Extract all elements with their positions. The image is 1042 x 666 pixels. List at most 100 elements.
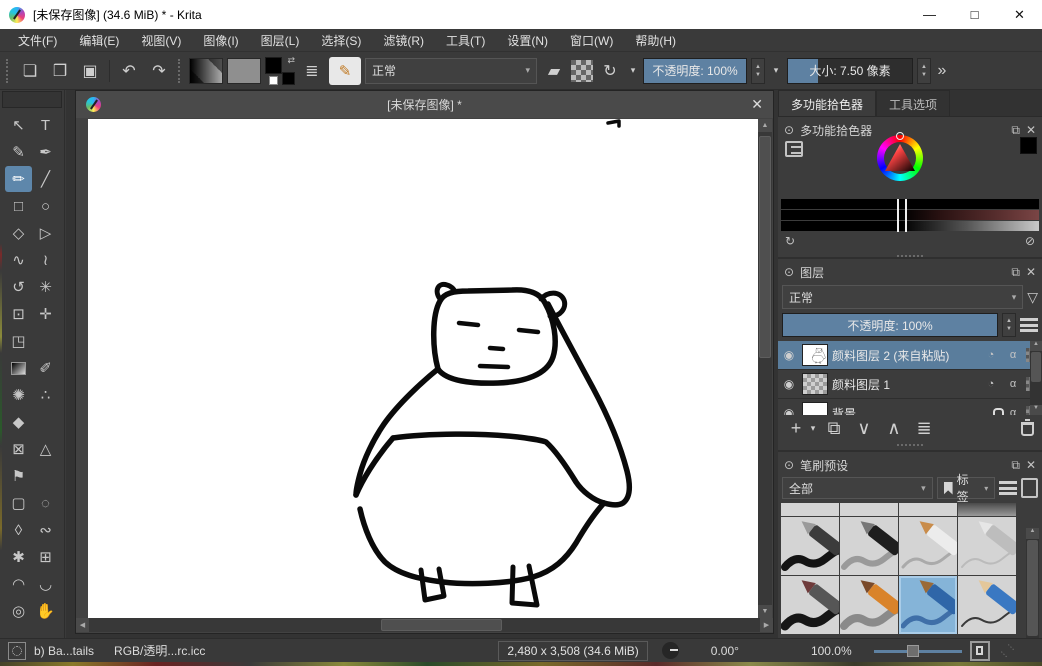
edit-brush-settings-button[interactable]: ✎ bbox=[329, 57, 361, 85]
secondary-color-swatch[interactable] bbox=[282, 72, 295, 85]
dynamic-brush-tool[interactable]: ↺ bbox=[5, 274, 32, 300]
scroll-up-arrow[interactable]: ▲ bbox=[758, 119, 772, 132]
canvas-subwindow-titlebar[interactable]: [未保存图像] * ✕ bbox=[76, 91, 773, 118]
lock-icon[interactable]: ⊙ bbox=[784, 458, 794, 472]
preserve-alpha-button[interactable] bbox=[571, 60, 593, 82]
assistants-tool[interactable]: △ bbox=[32, 436, 59, 462]
canvas[interactable] bbox=[88, 119, 758, 618]
close-button[interactable]: ✕ bbox=[997, 0, 1042, 29]
inherit-alpha-icon[interactable]: ◔ bbox=[982, 349, 1000, 361]
value-bar[interactable] bbox=[781, 221, 1039, 231]
layer-opacity-slider[interactable]: 不透明度: 100% bbox=[782, 313, 998, 337]
menu-item[interactable]: 滤镜(R) bbox=[373, 29, 434, 52]
close-docker-icon[interactable]: ✕ bbox=[1026, 458, 1036, 472]
brush-preset-cell[interactable] bbox=[958, 517, 1016, 575]
select-shapes-tool[interactable]: ↖ bbox=[5, 112, 32, 138]
freehand-brush-tool[interactable]: ✏ bbox=[5, 166, 32, 192]
menu-item[interactable]: 设置(N) bbox=[497, 29, 558, 52]
maximize-button[interactable]: □ bbox=[952, 0, 997, 29]
pattern-chooser-button[interactable] bbox=[227, 58, 261, 84]
tab-tool-options[interactable]: 工具选项 bbox=[876, 90, 950, 116]
new-document-button[interactable]: ❏ bbox=[17, 58, 43, 84]
color-component-sliders[interactable] bbox=[781, 199, 1039, 232]
horizontal-scroll-thumb[interactable] bbox=[381, 619, 502, 631]
menu-item[interactable]: 视图(V) bbox=[131, 29, 191, 52]
layer-thumbnail[interactable] bbox=[802, 402, 828, 415]
brush-preset-cell[interactable] bbox=[781, 576, 839, 634]
foreground-color-swatch[interactable] bbox=[265, 57, 282, 74]
measure-tool[interactable]: ⊠ bbox=[5, 436, 32, 462]
layer-visibility-icon[interactable]: ◉ bbox=[780, 406, 798, 415]
redo-button[interactable]: ↷ bbox=[146, 58, 172, 84]
reference-images-tool[interactable]: ⚑ bbox=[5, 463, 32, 489]
polyline-tool[interactable]: ▷ bbox=[32, 220, 59, 246]
toolbar-overflow-button[interactable]: » bbox=[935, 58, 949, 84]
scroll-right-arrow[interactable]: ▶ bbox=[760, 618, 773, 632]
undo-button[interactable]: ↶ bbox=[116, 58, 142, 84]
rectangle-tool[interactable]: □ bbox=[5, 193, 32, 219]
menu-item[interactable]: 帮助(H) bbox=[625, 29, 686, 52]
chevron-down-icon[interactable]: ▾ bbox=[769, 58, 783, 84]
layer-name[interactable]: 颜料图层 1 bbox=[832, 376, 978, 393]
layers-menu-icon[interactable] bbox=[1020, 318, 1038, 332]
hue-knob[interactable] bbox=[896, 132, 904, 140]
tab-advanced-color-selector[interactable]: 多功能拾色器 bbox=[778, 90, 876, 116]
scroll-down-arrow[interactable]: ▼ bbox=[1030, 405, 1042, 415]
pan-tool[interactable]: ✋ bbox=[32, 598, 59, 624]
polygon-tool[interactable]: ◇ bbox=[5, 220, 32, 246]
fill-tool[interactable]: ◆ bbox=[5, 409, 32, 435]
presets-menu-icon[interactable] bbox=[999, 481, 1017, 495]
float-docker-icon[interactable]: ⧉ bbox=[1011, 123, 1020, 138]
color-profile-label[interactable]: RGB/透明...rc.icc bbox=[114, 642, 205, 659]
brush-presets-titlebar[interactable]: ⊙ 笔刷预设 ⧉ ✕ bbox=[778, 456, 1042, 474]
layer-row[interactable]: ◉背景α bbox=[778, 399, 1042, 415]
brush-preset-cell[interactable] bbox=[840, 576, 898, 634]
ellipse-tool[interactable]: ○ bbox=[32, 193, 59, 219]
canvas-vertical-scrollbar[interactable]: ▲ ▼ bbox=[758, 119, 772, 618]
brush-preset-cell[interactable] bbox=[899, 503, 957, 516]
move-layer-down-button[interactable]: ∨ bbox=[850, 418, 878, 439]
toolbar-drag-handle[interactable] bbox=[6, 59, 11, 83]
brush-preset-cell[interactable] bbox=[958, 503, 1016, 516]
zoom-slider[interactable] bbox=[874, 644, 962, 658]
canvas-rotation-dial[interactable] bbox=[662, 642, 679, 659]
line-tool[interactable]: ╱ bbox=[32, 166, 59, 192]
edit-shapes-tool[interactable]: ✎ bbox=[5, 139, 32, 165]
slider-handle[interactable] bbox=[897, 199, 907, 232]
vertical-scroll-thumb[interactable] bbox=[759, 136, 771, 358]
window-resize-grip[interactable]: ⋮⋮ bbox=[997, 640, 1019, 662]
bezier-curve-tool[interactable]: ∿ bbox=[5, 247, 32, 273]
fit-page-button[interactable] bbox=[970, 641, 990, 661]
delete-layer-button[interactable] bbox=[1021, 422, 1034, 436]
brush-size-slider[interactable]: 大小: 7.50 像素 bbox=[787, 58, 913, 84]
colorize-mask-tool[interactable]: ∴ bbox=[32, 382, 59, 408]
ellipse-select-tool[interactable]: ◌ bbox=[32, 490, 59, 516]
color-history-icon[interactable] bbox=[785, 141, 803, 157]
display-settings-icon[interactable] bbox=[1021, 478, 1038, 498]
layer-visibility-icon[interactable]: ◉ bbox=[780, 348, 798, 362]
choose-brush-preset-button[interactable]: ≣ bbox=[299, 58, 325, 84]
image-size-memory-label[interactable]: 2,480 x 3,508 (34.6 MiB) bbox=[498, 641, 647, 661]
zoom-percent-value[interactable]: 100.0% bbox=[811, 644, 852, 658]
menu-item[interactable]: 图像(I) bbox=[193, 29, 248, 52]
alpha-lock-icon[interactable]: α bbox=[1004, 349, 1022, 361]
bezier-select-tool[interactable]: ◠ bbox=[5, 571, 32, 597]
smart-patch-tool[interactable]: ✺ bbox=[5, 382, 32, 408]
lock-icon[interactable]: ⊙ bbox=[784, 123, 794, 137]
layer-visibility-icon[interactable]: ◉ bbox=[780, 377, 798, 391]
menu-item[interactable]: 图层(L) bbox=[251, 29, 310, 52]
layer-thumbnail[interactable] bbox=[802, 373, 828, 395]
filter-layers-icon[interactable]: ▽ bbox=[1027, 289, 1038, 306]
float-docker-icon[interactable]: ⧉ bbox=[1011, 265, 1020, 280]
freehand-select-tool[interactable]: ∾ bbox=[32, 517, 59, 543]
move-layer-up-button[interactable]: ∧ bbox=[880, 418, 908, 439]
magic-wand-select-tool[interactable]: ✱ bbox=[5, 544, 32, 570]
brush-preset-cell[interactable] bbox=[781, 503, 839, 516]
layer-opacity-spinner[interactable]: ▲▼ bbox=[1002, 313, 1016, 337]
opacity-slider[interactable]: 不透明度: 100% bbox=[643, 58, 747, 84]
alpha-lock-icon[interactable]: α bbox=[1004, 407, 1022, 415]
open-document-button[interactable]: ❒ bbox=[47, 58, 73, 84]
alpha-lock-icon[interactable]: α bbox=[1004, 378, 1022, 390]
similar-select-tool[interactable]: ⊞ bbox=[32, 544, 59, 570]
calligraphy-tool[interactable]: ✒ bbox=[32, 139, 59, 165]
